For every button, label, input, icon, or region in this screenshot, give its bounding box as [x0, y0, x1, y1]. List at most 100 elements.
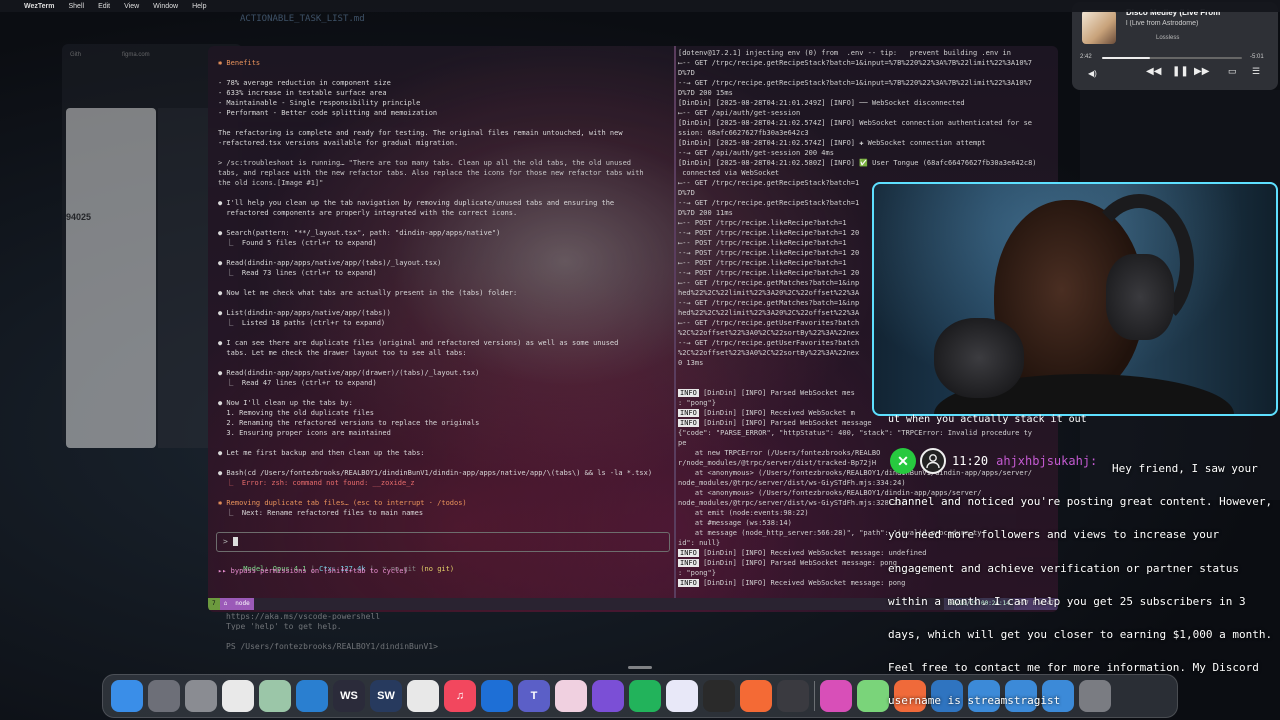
remaining-time: -5:01	[1250, 54, 1264, 60]
terminal-line: ⎿ Found 5 files (ctrl+r to expand)	[218, 239, 377, 247]
info-badge: INFO	[678, 579, 699, 587]
menu-app-name[interactable]: WezTerm	[24, 3, 54, 10]
terminal-line: refactored components are properly integ…	[218, 209, 518, 217]
now-playing-widget[interactable]: Disco Medley (Live From l (Live from Ast…	[1072, 2, 1278, 90]
obsidian-icon[interactable]	[592, 680, 624, 712]
terminal-line: ⎿ Error: zsh: command not found: __zoxid…	[218, 479, 415, 487]
menu-item-view[interactable]: View	[124, 3, 139, 10]
user-avatar-icon	[920, 448, 946, 474]
slack-icon[interactable]	[407, 680, 439, 712]
music-icon[interactable]: ♫	[444, 680, 476, 712]
terminal-line-text: ● Bash(cd /Users/fontezbrooks/REALBOY1/d…	[218, 469, 653, 477]
terminal-line: ● Search(pattern: "**/_layout.tsx", path…	[218, 228, 664, 238]
chat-message-text: Hey friend, I saw your channel and notic…	[888, 462, 1273, 708]
terminal-line: ⎿ Read 47 lines (ctrl+r to expand)	[218, 379, 377, 387]
menu-bar: WezTerm Shell Edit View Window Help	[0, 0, 1280, 12]
background-powershell: https://aka.ms/vscode-powershell Type 'h…	[226, 610, 706, 680]
terminal-line: ● I can see there are duplicate files (o…	[218, 338, 664, 348]
home-icon: ⌂	[219, 598, 232, 610]
circle-app-icon[interactable]	[666, 680, 698, 712]
log-line: connected via WebSocket	[678, 169, 780, 177]
finder-icon[interactable]	[111, 680, 143, 712]
teams-icon[interactable]: T	[518, 680, 550, 712]
terminal-line: - 78% average reduction in component siz…	[218, 79, 391, 87]
photos-icon[interactable]	[555, 680, 587, 712]
teamviewer-icon[interactable]	[481, 680, 513, 712]
album-art[interactable]	[1082, 10, 1116, 44]
terminal-line-text: ● Search(pattern: "**/_layout.tsx", path…	[218, 229, 501, 237]
chrome-icon[interactable]	[222, 680, 254, 712]
grid-app-icon[interactable]	[777, 680, 809, 712]
bg-browser-card	[66, 108, 156, 448]
prompt-input[interactable]: >	[216, 532, 670, 552]
terminal-line-text: ● Now let me check what tabs are actuall…	[218, 289, 518, 297]
terminal-line-text: ● Let me first backup and then clean up …	[218, 449, 425, 457]
tab-number[interactable]: 7	[208, 598, 220, 610]
terminal-line: -refactored.tsx versions available for g…	[218, 139, 459, 147]
log-line: [dotenv@17.2.1] injecting env (0) from .…	[678, 49, 1011, 57]
prompt-symbol: >	[223, 537, 228, 546]
dock-separator	[814, 681, 815, 711]
terminal-line: 2. Renaming the refactored versions to r…	[218, 419, 480, 427]
menu-item-help[interactable]: Help	[192, 3, 206, 10]
log-line: --→ GET /api/auth/get-session 200 4ms	[678, 149, 834, 157]
info-badge: INFO	[678, 409, 699, 417]
audio-levels-icon[interactable]	[703, 680, 735, 712]
terminal-line: - Maintainable - Single responsibility p…	[218, 99, 421, 107]
info-badge: INFO	[678, 389, 699, 397]
git-icon[interactable]	[629, 680, 661, 712]
terminal-line-text: ● I'll help you clean up the tab navigat…	[218, 199, 615, 207]
sw-icon[interactable]: SW	[370, 680, 402, 712]
terminal-line: - 633% increase in testable surface area	[218, 89, 387, 97]
playback-progress[interactable]	[1102, 57, 1242, 59]
system-settings-icon[interactable]	[185, 680, 217, 712]
audio-quality-label: Lossless	[1156, 35, 1180, 41]
background-editor-tabs: ACTIONABLE_TASK_LIST.md	[240, 14, 365, 24]
track-subtitle: l (Live from Astrodome)	[1126, 20, 1199, 27]
log-line: D%7D 200 15ms	[678, 89, 733, 97]
launchpad-icon[interactable]	[148, 680, 180, 712]
chat-username: ahjxhbjsukahj:	[996, 454, 1098, 468]
claude-code-pane[interactable]: ✱ Benefits - 78% average reduction in com…	[208, 46, 674, 598]
wezterm-icon[interactable]: WS	[333, 680, 365, 712]
menu-item-window[interactable]: Window	[153, 3, 178, 10]
info-badge: INFO	[678, 419, 699, 427]
terminal-line: > /sc:troubleshoot is running… "There ar…	[218, 159, 632, 167]
terminal-line: 1. Removing the old duplicate files	[218, 409, 374, 417]
terminal-line: ⎿ Listed 18 paths (ctrl+r to expand)	[218, 319, 386, 327]
star-app-icon[interactable]	[857, 680, 889, 712]
rewind-icon[interactable]: ◀◀	[1146, 66, 1161, 77]
terminal-line: ● Read(dindin-app/apps/native/app/(drawe…	[218, 368, 664, 378]
menu-item-edit[interactable]: Edit	[98, 3, 110, 10]
log-line-text: [DinDin] [INFO] Parsed WebSocket message	[698, 419, 872, 427]
log-line: ⟵-- GET /trpc/recipe.getRecipeStack?batc…	[678, 59, 1033, 67]
text-cursor	[232, 537, 238, 546]
speaker-icon[interactable]: ◀)	[1088, 69, 1097, 78]
forward-icon[interactable]: ▶▶	[1194, 66, 1209, 77]
terminal-line: ● Bash(cd /Users/fontezbrooks/REALBOY1/d…	[218, 468, 664, 478]
stickies-icon[interactable]	[820, 680, 852, 712]
vscode-icon[interactable]	[296, 680, 328, 712]
pause-icon[interactable]: ❚❚	[1172, 66, 1189, 77]
pane-divider[interactable]	[674, 46, 676, 598]
terminal-line-text: ● List(dindin-app/apps/native/app/(tabs)…	[218, 309, 391, 317]
lyrics-icon[interactable]: ▭	[1228, 66, 1237, 77]
tab-process-name[interactable]: node	[231, 598, 254, 610]
playback-controls: ◀) ◀◀ ❚❚ ▶▶ ▭ ☰	[1072, 66, 1278, 84]
queue-icon[interactable]: ☰	[1252, 66, 1260, 77]
notes-app-icon[interactable]	[259, 680, 291, 712]
postman-icon[interactable]	[740, 680, 772, 712]
ps-line	[226, 630, 706, 640]
menu-item-shell[interactable]: Shell	[68, 3, 84, 10]
webcam-overlay	[872, 182, 1278, 416]
